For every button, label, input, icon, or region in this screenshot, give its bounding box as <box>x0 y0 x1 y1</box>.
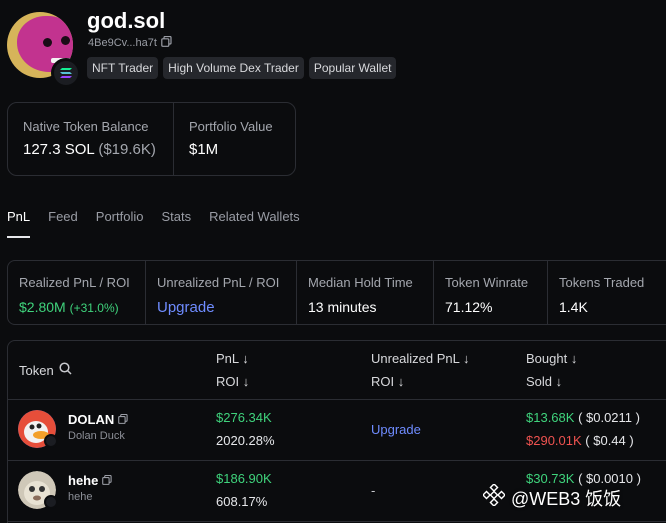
copy-icon[interactable] <box>102 473 112 488</box>
token-winrate-value: 71.12% <box>445 299 493 315</box>
unrealized-roi-sort-header[interactable]: ROI ↓ <box>371 374 404 389</box>
sold-value: $290.01K ( $0.44 ) <box>526 433 634 448</box>
avatar <box>7 12 81 88</box>
roi-value: 608.17% <box>216 494 268 509</box>
tag-nft-trader: NFT Trader <box>87 57 159 79</box>
copy-icon[interactable] <box>161 35 172 50</box>
solana-icon <box>44 434 58 448</box>
sold-price: ( $0.44 ) <box>585 433 634 448</box>
wallet-address: 4Be9Cv...ha7t <box>88 35 172 50</box>
wallet-profile-page: god.sol 4Be9Cv...ha7t NFT Trader High Vo… <box>0 0 666 523</box>
realized-pnl: Realized PnL / ROI $2.80M (+31.0%) <box>8 261 146 324</box>
sold-sort-header[interactable]: Sold ↓ <box>526 374 562 389</box>
native-balance-usd: ($19.6K) <box>98 141 156 158</box>
tab-pnl[interactable]: PnL <box>7 209 31 238</box>
pnl-stats: Realized PnL / ROI $2.80M (+31.0%) Unrea… <box>7 260 666 325</box>
unrealized-pnl-value: - <box>371 483 376 498</box>
table-row[interactable]: DOLAN Dolan Duck $276.34K 2020.28% Upgra… <box>8 400 666 461</box>
roi-sort-header[interactable]: ROI ↓ <box>216 374 249 389</box>
tag-high-volume-dex-trader: High Volume Dex Trader <box>163 57 304 79</box>
median-hold-time-label: Median Hold Time <box>308 275 413 290</box>
tokens-traded-label: Tokens Traded <box>559 275 645 290</box>
bought-value: $13.68K ( $0.0211 ) <box>526 410 640 425</box>
tokens-traded: Tokens Traded 1.4K <box>548 261 655 324</box>
pnl-value: $276.34K <box>216 410 272 425</box>
pnl-value: $186.90K <box>216 471 272 486</box>
tab-bar: PnL Feed Portfolio Stats Related Wallets <box>7 209 318 238</box>
native-balance-value: 127.3 SOL ($19.6K) <box>23 141 173 158</box>
bought-amount: $13.68K <box>526 410 575 425</box>
realized-pnl-label: Realized PnL / ROI <box>19 275 130 290</box>
token-column-header: Token <box>19 362 72 378</box>
watermark-text: @WEB3 饭饭 <box>511 488 622 509</box>
realized-pnl-roi: (+31.0%) <box>69 301 119 315</box>
wallet-tags: NFT Trader High Volume Dex Trader Popula… <box>87 57 397 79</box>
realized-pnl-value: $2.80M (+31.0%) <box>19 299 134 315</box>
unrealized-upgrade-link[interactable]: Upgrade <box>157 299 285 316</box>
median-hold-time: Median Hold Time 13 minutes <box>297 261 434 324</box>
token-full-name: Dolan Duck <box>68 430 125 442</box>
binance-icon <box>481 482 507 511</box>
token-winrate-label: Token Winrate <box>445 275 529 290</box>
unrealized-pnl: Unrealized PnL / ROI Upgrade <box>146 261 297 324</box>
balance-card: Native Token Balance 127.3 SOL ($19.6K) … <box>7 102 296 176</box>
tab-portfolio[interactable]: Portfolio <box>96 209 144 238</box>
roi-value: 2020.28% <box>216 433 275 448</box>
token-header-label: Token <box>19 362 54 378</box>
native-balance: Native Token Balance 127.3 SOL ($19.6K) <box>8 103 173 175</box>
watermark: @WEB3 饭饭 <box>481 482 622 511</box>
sold-amount: $290.01K <box>526 433 582 448</box>
solana-icon <box>51 58 81 88</box>
tab-related-wallets[interactable]: Related Wallets <box>209 209 300 238</box>
search-icon[interactable] <box>59 362 72 378</box>
tab-feed[interactable]: Feed <box>48 209 78 238</box>
tab-stats[interactable]: Stats <box>161 209 191 238</box>
table-header: Token PnL ↓ ROI ↓ Unrealized PnL ↓ ROI ↓… <box>8 341 666 400</box>
token-full-name: hehe <box>68 491 93 503</box>
token-name: hehe <box>68 473 112 488</box>
pnl-sort-header[interactable]: PnL ↓ <box>216 351 249 366</box>
realized-pnl-amount: $2.80M <box>19 299 66 315</box>
tag-popular-wallet: Popular Wallet <box>308 57 397 79</box>
wallet-name: god.sol <box>87 8 166 33</box>
native-balance-label: Native Token Balance <box>23 119 149 134</box>
bought-price: ( $0.0211 ) <box>578 410 640 425</box>
portfolio-value-amount: $1M <box>189 141 219 158</box>
portfolio-value-label: Portfolio Value <box>189 119 273 134</box>
median-hold-time-value: 13 minutes <box>308 299 377 315</box>
bought-sort-header[interactable]: Bought ↓ <box>526 351 577 366</box>
copy-icon[interactable] <box>118 412 128 427</box>
solana-icon <box>44 495 58 509</box>
tokens-traded-value: 1.4K <box>559 299 588 315</box>
native-balance-amount: 127.3 SOL <box>23 141 95 158</box>
unrealized-upgrade-link[interactable]: Upgrade <box>371 422 421 437</box>
portfolio-value: Portfolio Value $1M <box>173 103 273 175</box>
token-winrate: Token Winrate 71.12% <box>434 261 548 324</box>
token-name: DOLAN <box>68 412 128 427</box>
unrealized-pnl-sort-header[interactable]: Unrealized PnL ↓ <box>371 351 470 366</box>
token-symbol: hehe <box>68 473 99 488</box>
unrealized-pnl-label: Unrealized PnL / ROI <box>157 275 280 290</box>
token-symbol: DOLAN <box>68 412 115 427</box>
wallet-address-text: 4Be9Cv...ha7t <box>88 37 157 49</box>
